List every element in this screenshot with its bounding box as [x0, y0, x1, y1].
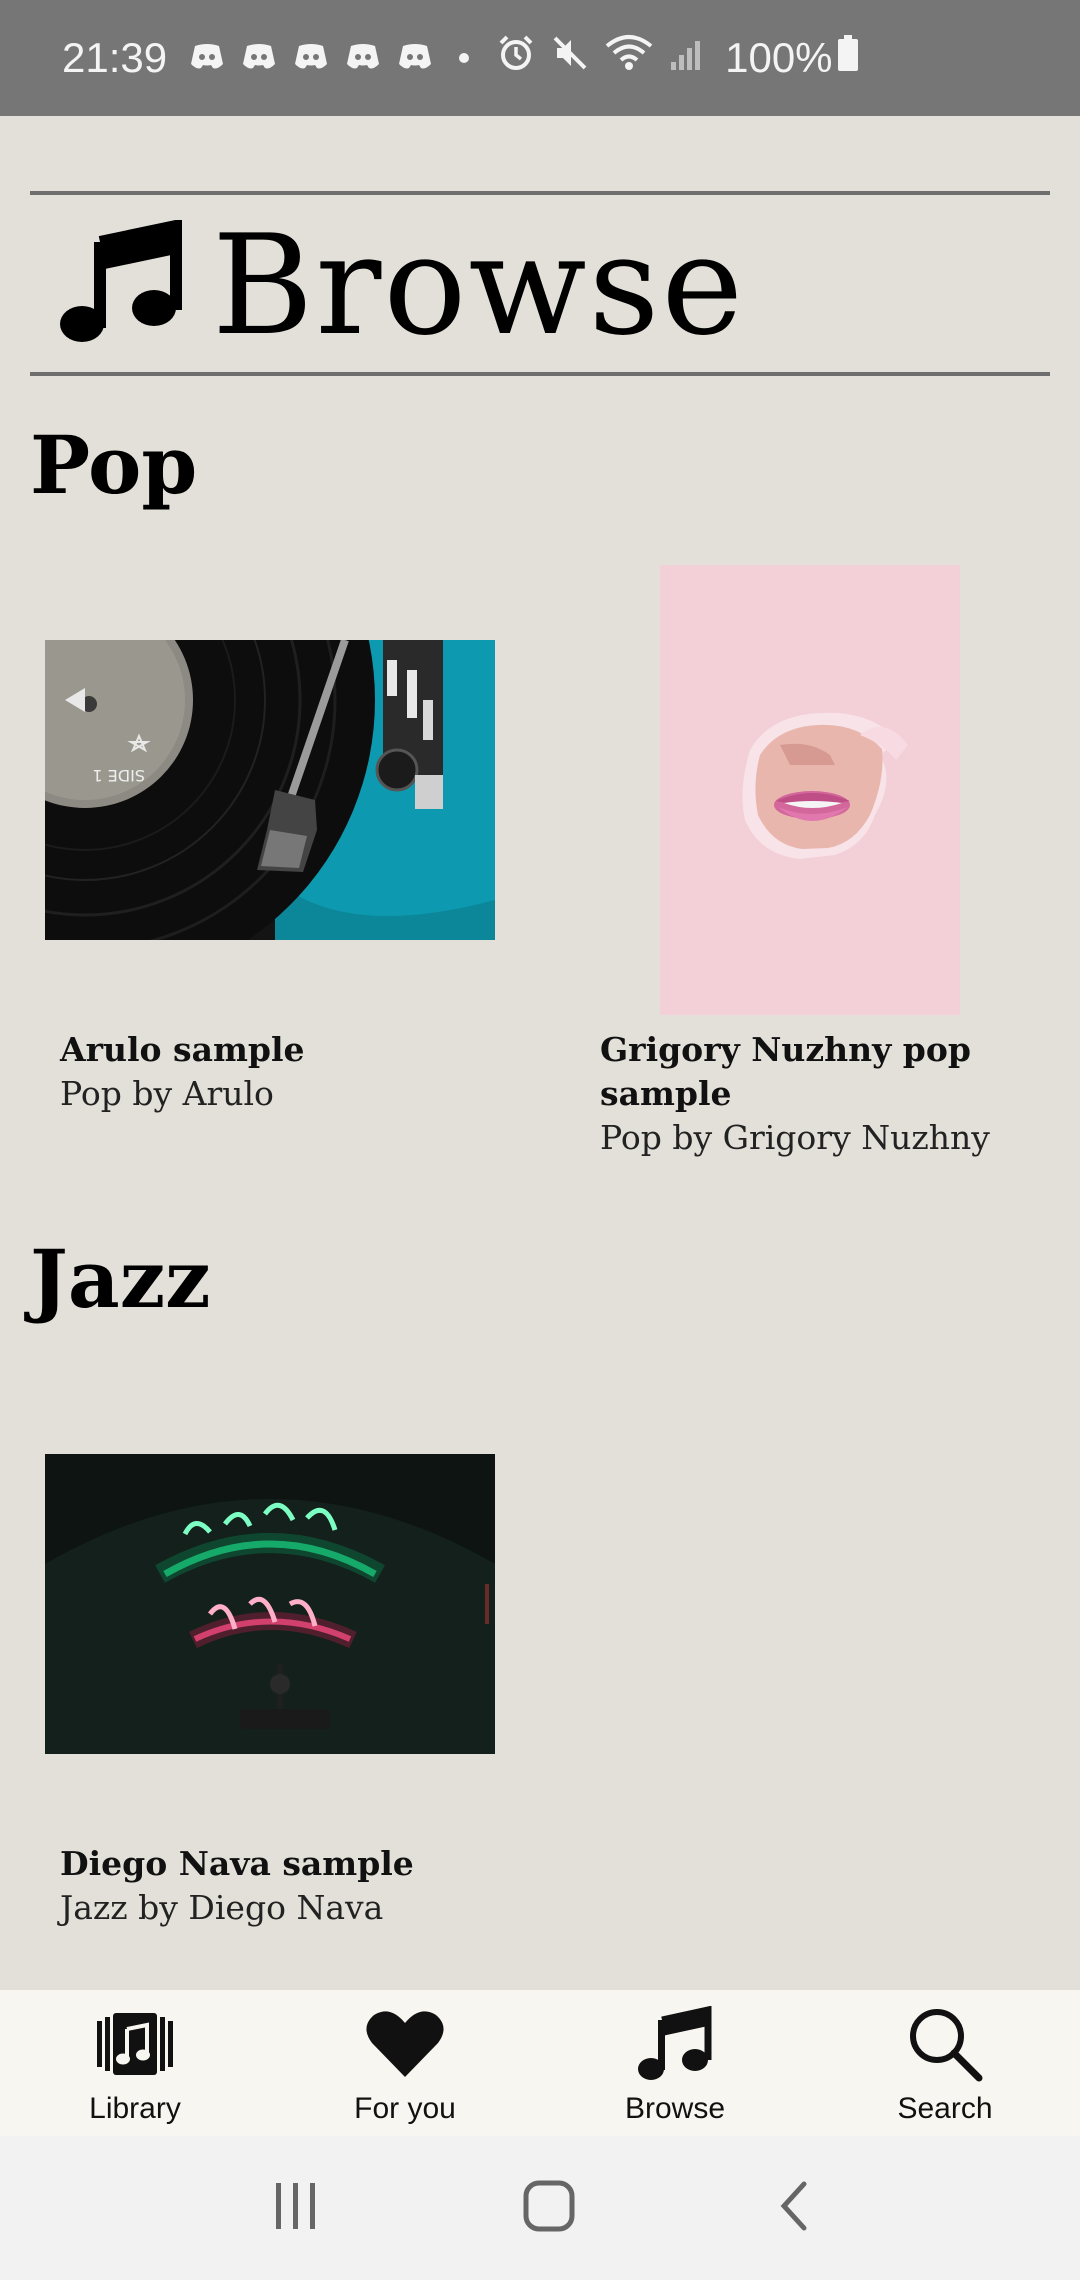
status-bar: 21:39 100% [0, 0, 1080, 116]
nav-item-for-you[interactable]: For you [270, 1990, 540, 2136]
vinyl-turntable-image[interactable]: SIDE 1 [0, 410, 495, 990]
track-title-line-2: sample [600, 1074, 732, 1113]
discord-icon [397, 34, 433, 82]
signal-icon [669, 34, 703, 82]
status-time: 21:39 [62, 34, 168, 81]
bottom-nav: Library For you Browse Search [0, 1990, 1080, 2136]
system-nav-bar [0, 2136, 1080, 2280]
discord-icon [189, 34, 225, 82]
track-title-line-1: Grigory Nuzhny pop [600, 1030, 971, 1069]
track-title[interactable]: Arulo sample [60, 1028, 560, 1072]
neon-jazz-club-image[interactable] [45, 1454, 495, 1754]
svg-text:SIDE 1: SIDE 1 [92, 766, 145, 785]
battery-percent: 100% [725, 34, 833, 81]
recents-icon[interactable] [272, 2181, 320, 2235]
track-card-arulo[interactable]: SIDE 1 Arulo sample Pop by Arulo [0, 410, 545, 1125]
track-card-grigory-nuzhny[interactable]: Grigory Nuzhny pop sample Pop by Grigory… [585, 565, 1065, 1165]
discord-icon [241, 34, 277, 82]
nav-label-for-you: For you [354, 2092, 456, 2125]
nav-label-library: Library [89, 2092, 181, 2125]
page-title: Browse [212, 204, 746, 366]
alarm-icon [497, 34, 535, 82]
mute-icon [551, 34, 589, 82]
nav-item-library[interactable]: Library [0, 1990, 270, 2136]
section-title-jazz: Jazz [30, 1232, 211, 1326]
library-icon [97, 2004, 173, 2084]
section-title-pop: Pop [30, 418, 198, 512]
track-subtitle: Pop by Arulo [60, 1074, 274, 1113]
music-note-icon [60, 218, 186, 350]
track-title[interactable]: Diego Nava sample [60, 1842, 560, 1886]
back-icon[interactable] [778, 2180, 808, 2236]
heart-icon [366, 2004, 444, 2084]
nav-item-search[interactable]: Search [810, 1990, 1080, 2136]
discord-icon [345, 34, 381, 82]
search-icon [907, 2004, 983, 2084]
discord-icon [293, 34, 329, 82]
music-note-icon [638, 2004, 712, 2084]
notification-dot [459, 53, 470, 63]
track-title[interactable]: Grigory Nuzhny pop sample [600, 1028, 1070, 1116]
track-subtitle: Pop by Grigory Nuzhny [600, 1118, 990, 1157]
page-header: Browse [60, 205, 745, 366]
battery-icon [837, 34, 859, 82]
nav-label-search: Search [897, 2092, 993, 2125]
nav-item-browse[interactable]: Browse [540, 1990, 810, 2136]
header-top-rule [30, 191, 1050, 195]
header-bottom-rule [30, 372, 1050, 376]
pink-lips-image[interactable] [660, 565, 960, 1015]
track-subtitle: Jazz by Diego Nava [60, 1888, 384, 1927]
nav-label-browse: Browse [624, 2092, 726, 2125]
wifi-icon [605, 34, 653, 82]
home-icon[interactable] [523, 2180, 575, 2236]
track-card-diego-nava[interactable]: Diego Nava sample Jazz by Diego Nava [45, 1379, 545, 1939]
